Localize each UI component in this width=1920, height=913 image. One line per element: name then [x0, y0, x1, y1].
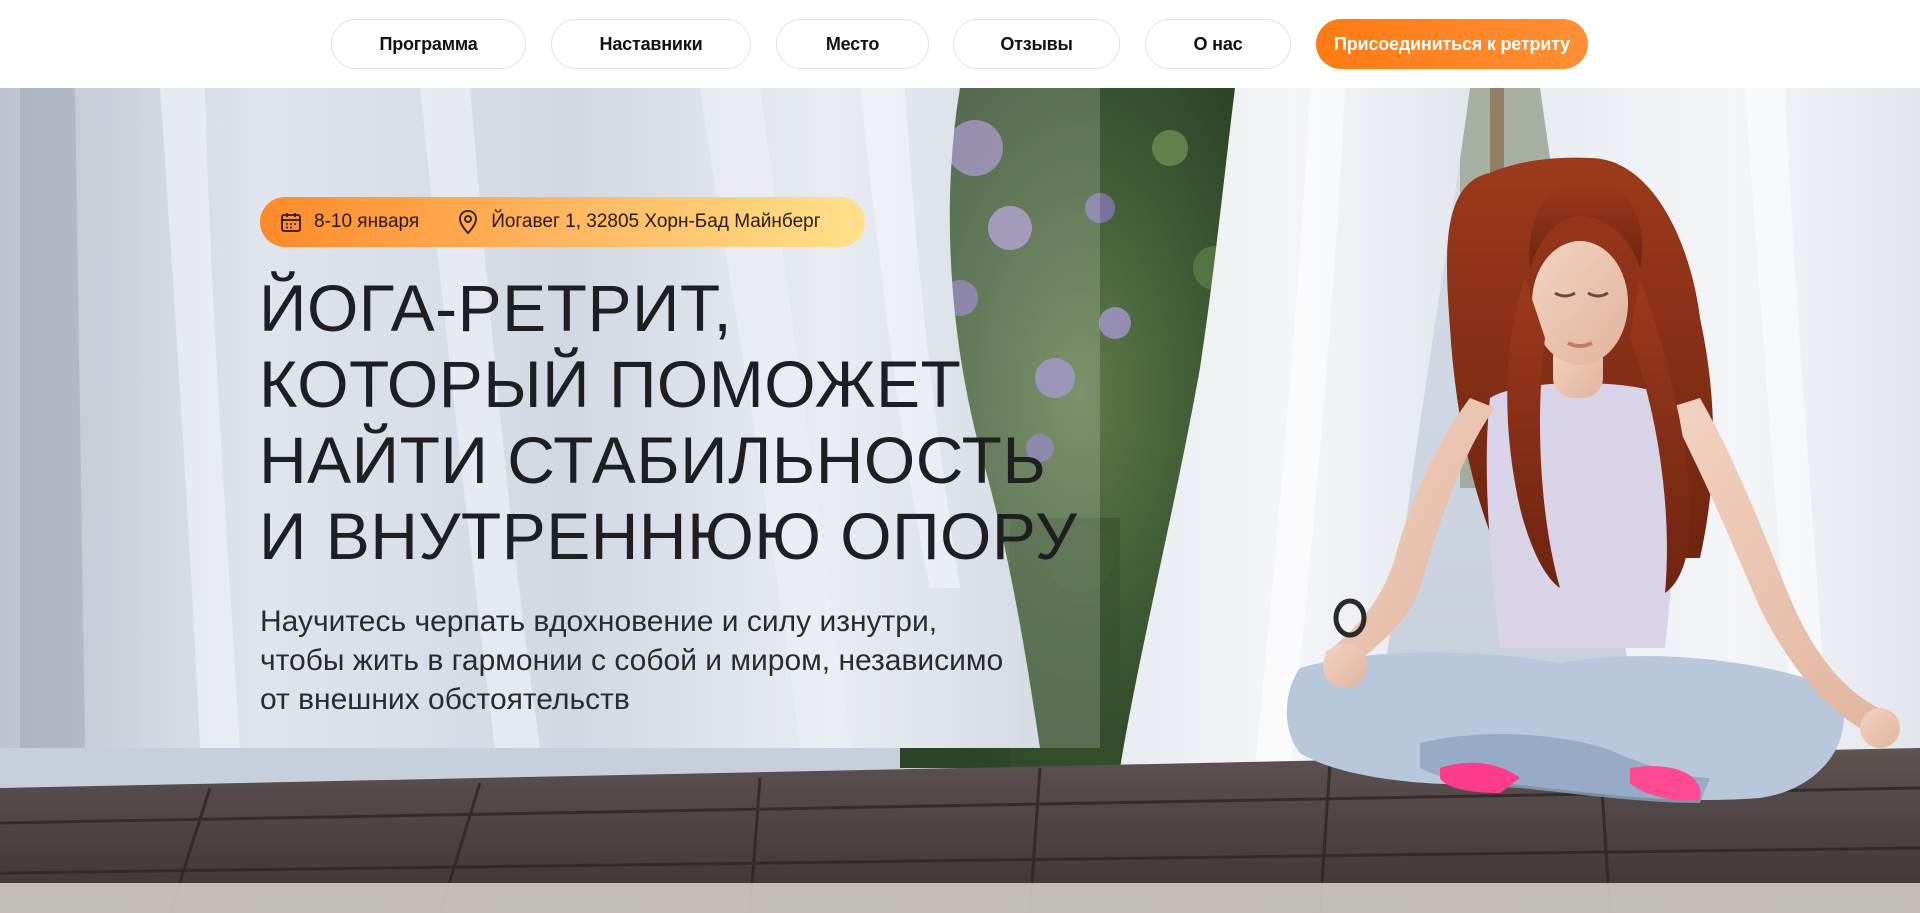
headline-line: найти стабильность	[259, 423, 1047, 497]
hero-section: 8-10 января Йогавег 1, 32805 Хорн-Бад Ма…	[0, 88, 1920, 913]
subtitle-line: от внешних обстоятельств	[260, 683, 630, 716]
headline-line: который поможет	[259, 347, 962, 421]
headline-line: и внутреннюю опору	[259, 499, 1078, 573]
subtitle-line: Научитесь черпать вдохновение и силу изн…	[260, 605, 938, 638]
event-address: Йогавег 1, 32805 Хорн-Бад Майнберг	[491, 211, 821, 232]
join-retreat-button[interactable]: Присоединиться к ретриту	[1316, 19, 1588, 69]
nav-reviews-button[interactable]: Отзывы	[953, 19, 1120, 69]
nav-about-button[interactable]: О нас	[1145, 19, 1291, 69]
hero-headline: Йога-ретрит, который поможет найти стаби…	[259, 270, 1159, 574]
event-date: 8-10 января	[314, 211, 420, 232]
nav-venue-button[interactable]: Место	[776, 19, 929, 69]
nav-program-button[interactable]: Программа	[331, 19, 526, 69]
map-pin-icon	[455, 209, 481, 235]
calendar-icon	[278, 209, 304, 235]
hero-subtitle: Научитесь черпать вдохновение и силу изн…	[260, 602, 1120, 719]
main-nav: Программа Наставники Место Отзывы О нас …	[0, 19, 1920, 69]
event-meta-pill: 8-10 января Йогавег 1, 32805 Хорн-Бад Ма…	[260, 197, 865, 247]
headline-line: Йога-ретрит,	[259, 271, 733, 345]
nav-mentors-button[interactable]: Наставники	[551, 19, 751, 69]
site-header: Программа Наставники Место Отзывы О нас …	[0, 0, 1920, 88]
subtitle-line: чтобы жить в гармонии с собой и миром, н…	[260, 644, 1004, 677]
